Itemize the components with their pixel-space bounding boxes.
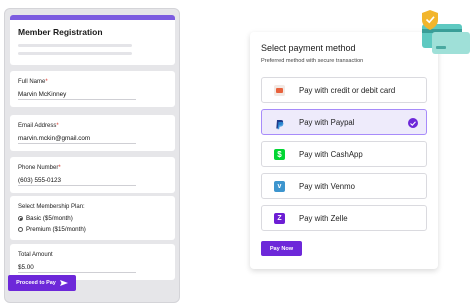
phone-field-card: Phone Number* (603) 555-0123 — [10, 157, 175, 193]
required-mark: * — [58, 165, 61, 171]
placeholder-line — [18, 52, 132, 55]
cashapp-icon: $ — [274, 149, 285, 160]
payment-option-label: Pay with credit or debit card — [299, 86, 396, 95]
payment-option-cashapp[interactable]: $ Pay with CashApp — [261, 141, 427, 167]
paypal-icon — [274, 117, 285, 130]
input-underline — [18, 143, 136, 144]
phone-input[interactable]: (603) 555-0123 — [18, 177, 61, 184]
payment-shield-illustration-icon — [422, 10, 470, 54]
plan-option-premium[interactable]: Premium ($15/month) — [18, 226, 86, 233]
required-mark: * — [45, 79, 48, 85]
zelle-icon: Z — [274, 213, 285, 224]
required-mark: * — [56, 123, 59, 129]
email-label: Email Address* — [18, 123, 59, 129]
payment-subtitle: Preferred method with secure transaction — [261, 58, 364, 64]
payment-option-label: Pay with Zelle — [299, 214, 348, 223]
pay-now-button[interactable]: Pay Now — [261, 241, 302, 256]
total-amount-value: $5.00 — [18, 264, 34, 271]
full-name-field-card: Full Name* Marvin McKinney — [10, 71, 175, 107]
input-underline — [18, 272, 136, 273]
payment-option-label: Pay with Venmo — [299, 182, 355, 191]
registration-panel: Member Registration Full Name* Marvin Mc… — [4, 8, 180, 303]
venmo-icon: v — [274, 181, 285, 192]
payment-title: Select payment method — [261, 43, 356, 53]
input-underline — [18, 185, 136, 186]
total-amount-label: Total Amount — [18, 252, 53, 258]
membership-plan-card: Select Membership Plan: Basic ($5/month)… — [10, 196, 175, 240]
registration-header-card: Member Registration — [10, 15, 175, 65]
input-underline — [18, 99, 136, 100]
email-input[interactable]: marvin.mckin@gmail.com — [18, 135, 90, 142]
payment-option-venmo[interactable]: v Pay with Venmo — [261, 173, 427, 199]
plan-option-basic[interactable]: Basic ($5/month) — [18, 215, 73, 222]
send-arrow-icon — [59, 280, 68, 286]
credit-card-icon — [274, 85, 285, 96]
payment-option-zelle[interactable]: Z Pay with Zelle — [261, 205, 427, 231]
radio-button-checked[interactable] — [18, 216, 23, 221]
full-name-label: Full Name* — [18, 79, 48, 85]
plan-option-label: Premium ($15/month) — [26, 226, 86, 233]
payment-option-label: Pay with Paypal — [299, 118, 355, 127]
payment-option-card[interactable]: Pay with credit or debit card — [261, 77, 427, 103]
plan-option-label: Basic ($5/month) — [26, 215, 73, 222]
membership-plan-label: Select Membership Plan: — [18, 204, 85, 210]
checkmark-icon — [408, 118, 418, 128]
payment-option-paypal[interactable]: Pay with Paypal — [261, 109, 427, 135]
phone-label: Phone Number* — [18, 165, 61, 171]
radio-button[interactable] — [18, 227, 23, 232]
email-field-card: Email Address* marvin.mckin@gmail.com — [10, 115, 175, 151]
proceed-to-pay-label: Proceed to Pay — [16, 280, 56, 286]
full-name-input[interactable]: Marvin McKinney — [18, 91, 66, 98]
placeholder-line — [18, 44, 132, 47]
proceed-to-pay-button[interactable]: Proceed to Pay — [8, 275, 76, 291]
payment-method-panel: Select payment method Preferred method w… — [250, 32, 438, 269]
payment-option-label: Pay with CashApp — [299, 150, 363, 159]
registration-title: Member Registration — [18, 27, 103, 37]
